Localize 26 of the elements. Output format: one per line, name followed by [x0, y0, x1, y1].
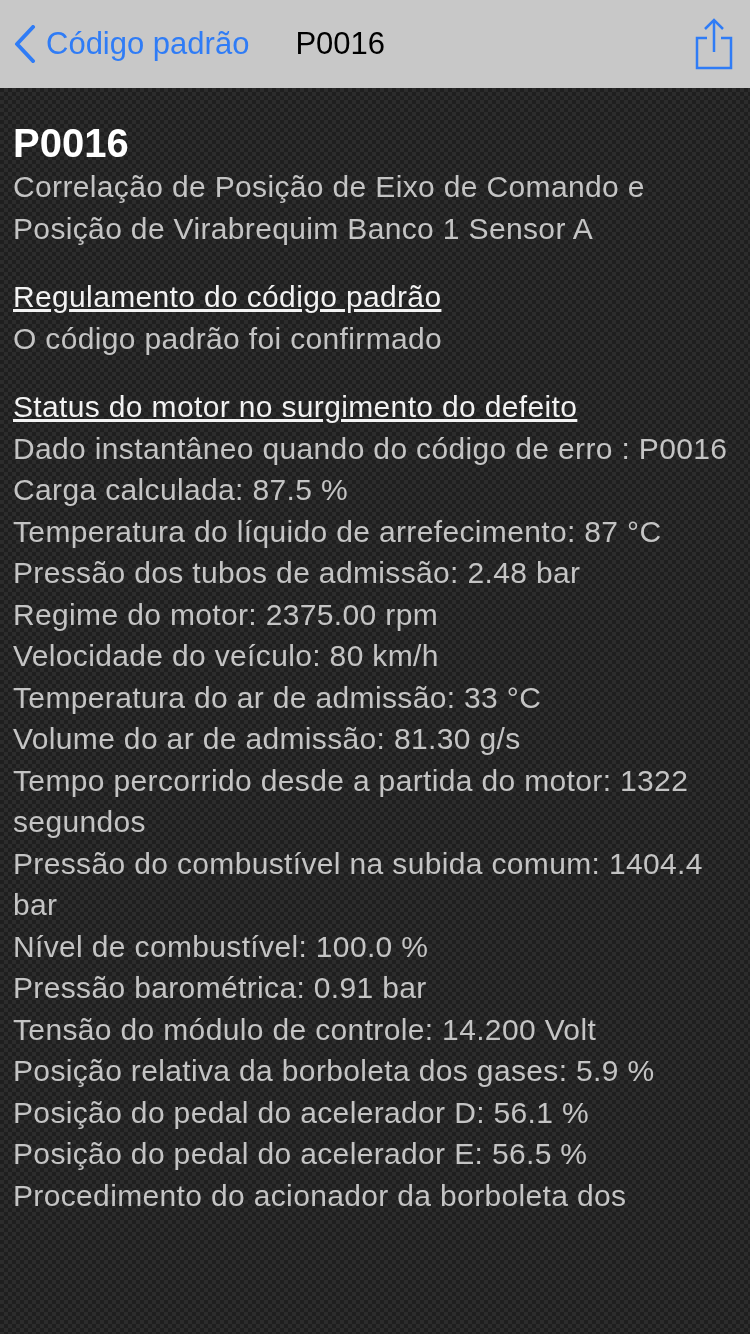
info-line: Temperatura do líquido de arrefecimento: 87 °C	[13, 513, 663, 550]
info-line: Tensão do módulo de controle: 14.200 Volt	[13, 1011, 598, 1048]
info-line: Regime do motor: 2375.00 rpm	[13, 596, 439, 633]
info-line: Tempo percorrido desde a partida do motor: 1322 segundos	[13, 762, 690, 840]
info-line: Posição do pedal do acelerador D: 56.1 %	[13, 1094, 591, 1131]
info-line: Temperatura do ar de admissão: 33 °C	[13, 679, 543, 716]
error-code: P0016	[13, 120, 130, 166]
share-icon	[694, 18, 734, 70]
chevron-left-icon	[14, 25, 36, 63]
section-heading: Regulamento do código padrão	[13, 279, 443, 315]
info-line: Volume do ar de admissão: 81.30 g/s	[13, 721, 522, 757]
info-line: Velocidade do veículo: 80 km/h	[13, 638, 440, 674]
code-description: Correlação de Posição de Eixo de Comando e Posição de Virabrequim Banco 1 Sensor A	[13, 169, 646, 247]
info-line: Carga calculada: 87.5 %	[13, 472, 349, 508]
back-button[interactable]: Código padrão	[14, 25, 250, 63]
section-heading: Status do motor no surgimento do defeito	[13, 389, 579, 425]
info-line: Posição relativa da borboleta dos gases: 5.9 %	[13, 1053, 656, 1089]
info-line: Nível de combustível: 100.0 %	[13, 928, 430, 965]
info-line: Pressão dos tubos de admissão: 2.48 bar	[13, 555, 582, 591]
info-line: Dado instantâneo quando do código de erro : P0016	[13, 430, 729, 467]
info-line: O código padrão foi confirmado	[13, 320, 444, 357]
page-title: P0016	[295, 26, 387, 62]
info-line: Posição do pedal do acelerador E: 56.5 %	[13, 1136, 589, 1172]
info-line: Pressão do combustível na subida comum: 1404.4 bar	[13, 845, 704, 923]
info-line: Pressão barométrica: 0.91 bar	[13, 970, 428, 1006]
info-line: Procedimento do acionador da borboleta dos	[13, 1177, 628, 1214]
